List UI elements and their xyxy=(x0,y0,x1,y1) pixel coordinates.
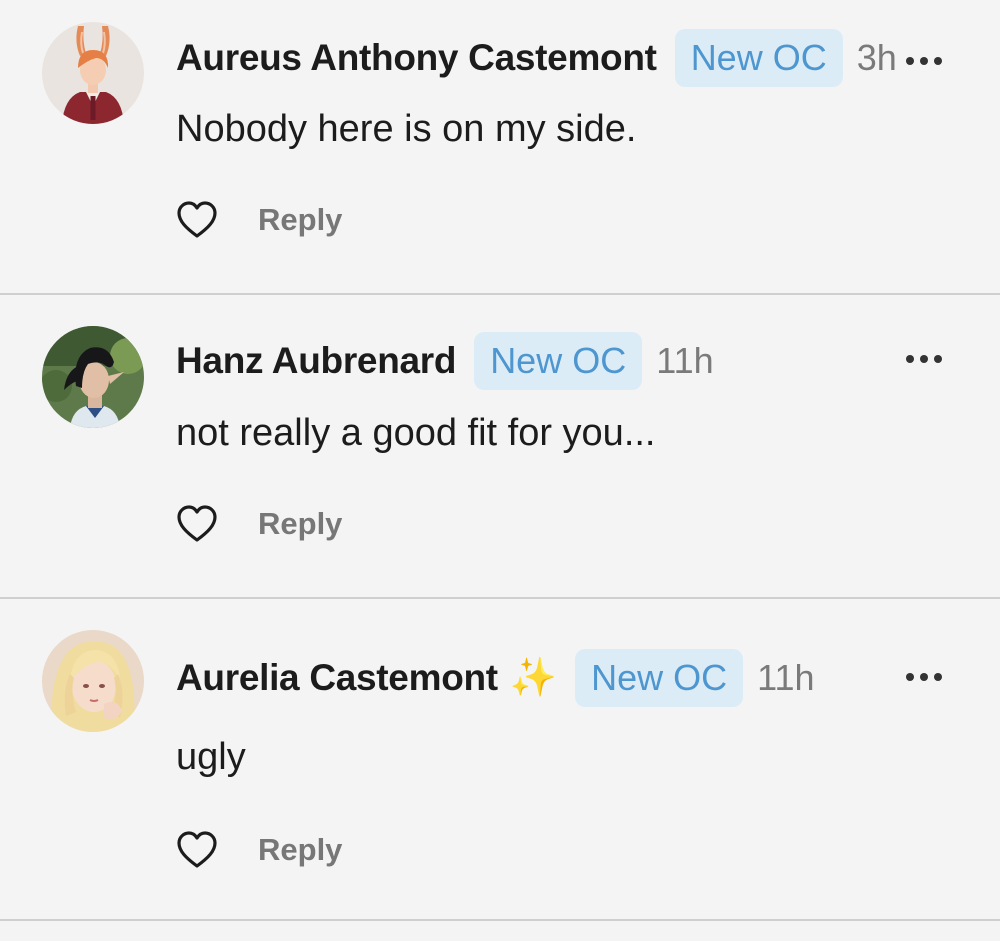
comment-actions: Reply xyxy=(176,502,342,546)
heart-outline-icon[interactable] xyxy=(176,504,218,544)
more-horizontal-icon[interactable] xyxy=(906,670,944,684)
comment-item: Aurelia Castemont ✨ New OC 11h ugly Repl… xyxy=(0,600,1000,920)
timestamp: 11h xyxy=(757,657,815,698)
reply-button[interactable]: Reply xyxy=(258,832,342,868)
sparkles-icon: ✨ xyxy=(509,657,558,699)
avatar[interactable] xyxy=(42,22,144,124)
timestamp: 11h xyxy=(656,340,714,381)
comment-actions: Reply xyxy=(176,828,342,872)
oc-badge: New OC xyxy=(575,649,744,707)
comment-feed: Aureus Anthony Castemont New OC 3h Nobod… xyxy=(0,0,1000,941)
comment-text: Nobody here is on my side. xyxy=(176,108,637,150)
comment-header: Aurelia Castemont ✨ New OC 11h xyxy=(176,648,815,708)
timestamp: 3h xyxy=(856,37,897,78)
more-horizontal-icon[interactable] xyxy=(906,352,944,366)
heart-outline-icon[interactable] xyxy=(176,830,218,870)
comment-item: Hanz Aubrenard New OC 11h not really a g… xyxy=(0,296,1000,598)
author-name[interactable]: Aurelia Castemont xyxy=(176,657,498,699)
oc-badge: New OC xyxy=(674,29,843,87)
comment-header: Hanz Aubrenard New OC 11h xyxy=(176,331,714,391)
author-name[interactable]: Aureus Anthony Castemont xyxy=(176,37,657,79)
oc-badge: New OC xyxy=(474,332,643,390)
heart-outline-icon[interactable] xyxy=(176,200,218,240)
comment-actions: Reply xyxy=(176,198,342,242)
comment-text: not really a good fit for you... xyxy=(176,412,656,454)
reply-button[interactable]: Reply xyxy=(258,202,342,238)
avatar[interactable] xyxy=(42,326,144,428)
avatar[interactable] xyxy=(42,630,144,732)
divider xyxy=(0,597,1000,599)
divider xyxy=(0,919,1000,921)
more-horizontal-icon[interactable] xyxy=(906,54,944,68)
comment-header: Aureus Anthony Castemont New OC 3h xyxy=(176,28,897,88)
divider xyxy=(0,293,1000,295)
comment-text: ugly xyxy=(176,736,246,778)
author-name[interactable]: Hanz Aubrenard xyxy=(176,340,456,382)
reply-button[interactable]: Reply xyxy=(258,506,342,542)
comment-item: Aureus Anthony Castemont New OC 3h Nobod… xyxy=(0,0,1000,294)
